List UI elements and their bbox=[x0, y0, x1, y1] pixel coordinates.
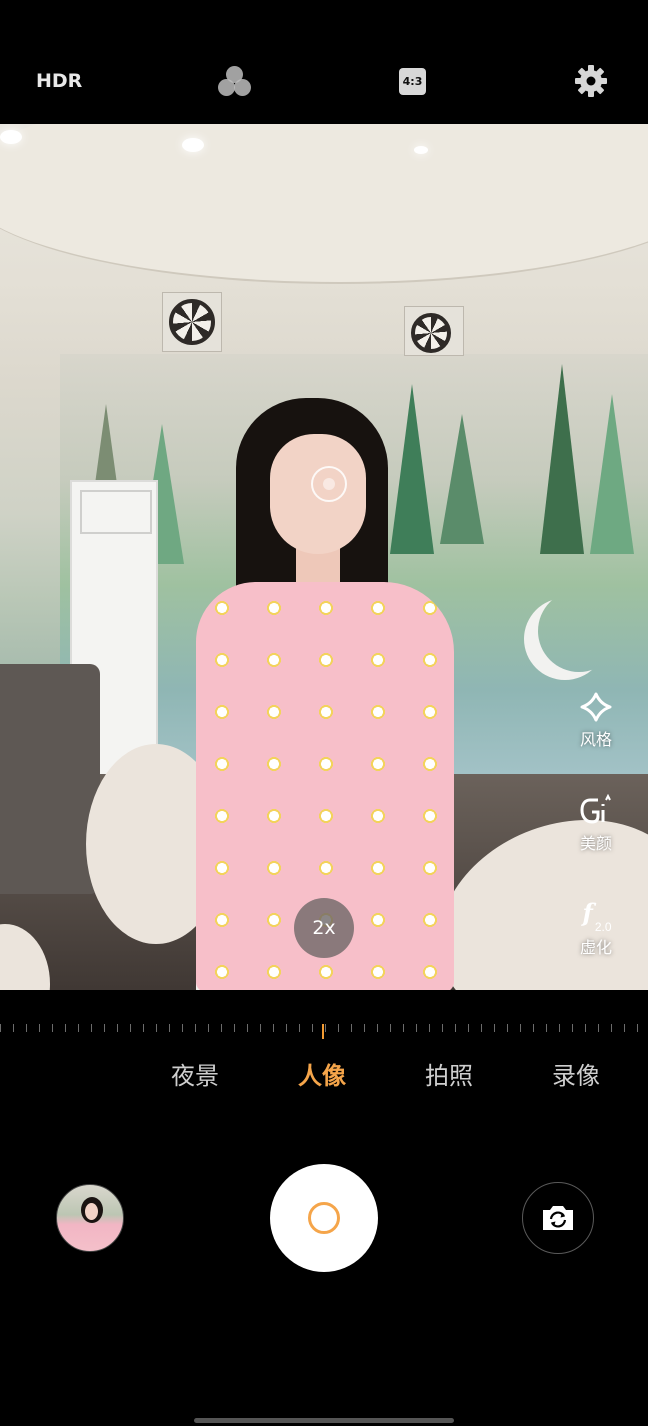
mode-photo[interactable]: 拍照 bbox=[425, 1056, 473, 1091]
camera-viewfinder[interactable] bbox=[0, 124, 648, 990]
wall-vent bbox=[404, 306, 464, 356]
style-label: 风格 bbox=[579, 730, 612, 749]
aperture-value: 2.0 bbox=[594, 919, 612, 934]
zoom-button[interactable]: 2x bbox=[294, 898, 354, 958]
aperture-f-icon: f 2.0 bbox=[568, 898, 624, 934]
gallery-thumbnail[interactable] bbox=[56, 1184, 124, 1252]
beauty-face-icon bbox=[580, 794, 611, 824]
scene-tree bbox=[440, 414, 484, 544]
scene-tree bbox=[540, 364, 584, 554]
scene-lamp bbox=[414, 146, 428, 154]
switch-camera-icon bbox=[543, 1206, 573, 1230]
scene-lamp bbox=[0, 130, 22, 144]
gear-icon[interactable] bbox=[574, 64, 608, 98]
zoom-ruler-indicator bbox=[322, 1024, 324, 1039]
scene-tree bbox=[590, 394, 634, 554]
hdr-toggle[interactable]: HDR bbox=[36, 70, 82, 92]
scene-lamp bbox=[182, 138, 204, 152]
bokeh-button[interactable]: f 2.0 虚化 bbox=[568, 898, 624, 958]
scene-tree bbox=[390, 384, 434, 554]
color-filter-icon[interactable] bbox=[218, 66, 252, 98]
bokeh-label: 虚化 bbox=[579, 938, 612, 957]
shutter-button[interactable] bbox=[270, 1164, 378, 1272]
aspect-ratio-button[interactable]: 4:3 bbox=[399, 68, 426, 95]
zoom-ruler[interactable] bbox=[0, 1024, 648, 1040]
home-indicator[interactable] bbox=[194, 1418, 454, 1423]
beauty-button[interactable]: 美颜 bbox=[568, 794, 624, 854]
style-diamond-icon bbox=[580, 692, 612, 722]
camera-top-bar: HDR 4:3 bbox=[0, 0, 648, 124]
wall-vent bbox=[162, 292, 222, 352]
shutter-ring-icon bbox=[308, 1202, 340, 1234]
mode-night[interactable]: 夜景 bbox=[171, 1056, 219, 1091]
scene-ceiling bbox=[0, 124, 648, 284]
beauty-label: 美颜 bbox=[579, 834, 612, 853]
aperture-symbol: f bbox=[582, 898, 593, 927]
switch-camera-button[interactable] bbox=[522, 1182, 594, 1254]
scene-sofa bbox=[0, 664, 100, 894]
mode-video[interactable]: 录像 bbox=[552, 1056, 600, 1091]
style-button[interactable]: 风格 bbox=[568, 690, 624, 750]
scene-moon bbox=[538, 590, 620, 672]
focus-indicator bbox=[311, 466, 347, 502]
mode-portrait[interactable]: 人像 bbox=[298, 1056, 346, 1091]
